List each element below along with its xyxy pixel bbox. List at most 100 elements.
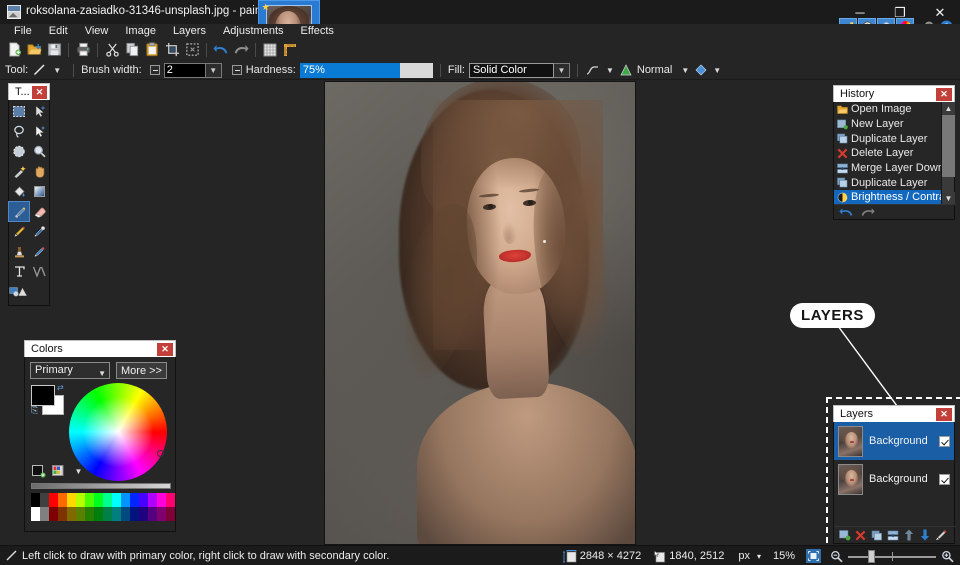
history-item[interactable]: Duplicate Layer [834, 175, 942, 190]
brush-width-decrease[interactable] [150, 65, 160, 75]
history-item[interactable]: Duplicate Layer [834, 131, 942, 146]
palette-swatch[interactable] [76, 507, 85, 521]
menu-file[interactable]: File [6, 24, 41, 39]
move-layer-up-button[interactable] [902, 529, 915, 542]
palette-swatch[interactable] [166, 493, 175, 507]
history-item[interactable]: Open Image [834, 102, 942, 117]
palette-swatch[interactable] [166, 507, 175, 521]
units-label[interactable]: px [738, 550, 750, 562]
palette-swatch[interactable] [112, 493, 121, 507]
palette-swatch[interactable] [103, 493, 112, 507]
palette-swatch[interactable] [157, 493, 166, 507]
cut-button[interactable] [102, 40, 122, 59]
palette-swatch[interactable] [85, 493, 94, 507]
shapes-tool[interactable] [9, 282, 29, 301]
palette-swatch[interactable] [85, 507, 94, 521]
zoom-slider[interactable] [848, 550, 936, 563]
antialiasing-icon[interactable] [585, 63, 601, 77]
menu-view[interactable]: View [77, 24, 118, 39]
blend-triangle-icon[interactable] [619, 63, 633, 77]
tool-dropdown-caret[interactable]: ▼ [48, 66, 66, 75]
delete-layer-button[interactable] [854, 529, 867, 542]
palette-swatch[interactable] [94, 493, 103, 507]
palette-dropdown-caret[interactable]: ▼ [71, 464, 86, 478]
text-tool[interactable] [9, 262, 29, 281]
undo-arrow-icon[interactable] [839, 206, 854, 218]
toolbox-header[interactable]: T... ✕ [8, 83, 50, 100]
print-button[interactable] [73, 40, 93, 59]
layer-visibility-checkbox[interactable] [939, 436, 950, 447]
palette-swatch[interactable] [121, 493, 130, 507]
hardness-slider[interactable]: 75% [300, 63, 433, 78]
palette-swatch[interactable] [94, 507, 103, 521]
paintbrush-stroke-icon[interactable] [32, 63, 48, 77]
recolor-tool[interactable] [29, 242, 49, 261]
paintbrush-tool[interactable] [9, 202, 29, 221]
palette-swatch[interactable] [40, 493, 49, 507]
magic-wand-tool[interactable] [9, 162, 29, 181]
pan-tool[interactable] [29, 162, 49, 181]
rectangle-select-tool[interactable] [9, 102, 29, 121]
palette-swatch[interactable] [130, 507, 139, 521]
duplicate-layer-button[interactable] [870, 529, 883, 542]
paste-button[interactable] [142, 40, 162, 59]
zoom-tool[interactable] [29, 142, 49, 161]
history-item-selected[interactable]: Brightness / Contrast [834, 190, 942, 205]
zoom-slider-thumb[interactable] [868, 550, 875, 563]
palette-swatch[interactable] [112, 507, 121, 521]
menu-adjustments[interactable]: Adjustments [215, 24, 293, 39]
brush-width-input[interactable]: 2 [164, 63, 206, 78]
move-layer-down-button[interactable] [918, 529, 931, 542]
alpha-blend-caret[interactable]: ▼ [708, 66, 726, 75]
swap-colors-icon[interactable]: ⇄ [57, 383, 64, 392]
merge-layer-down-button[interactable] [886, 529, 899, 542]
colors-close-icon[interactable]: ✕ [157, 343, 173, 356]
toolbox-close-icon[interactable]: ✕ [32, 86, 47, 99]
units-caret-icon[interactable]: ▾ [757, 552, 761, 561]
layer-row[interactable]: Background [834, 460, 954, 498]
palette-swatch[interactable] [40, 507, 49, 521]
brush-width-dropdown[interactable]: ▼ [206, 63, 222, 78]
history-scroll-thumb[interactable] [942, 115, 955, 177]
blend-mode-caret[interactable]: ▼ [676, 66, 694, 75]
eraser-tool[interactable] [29, 202, 49, 221]
rulers-button[interactable] [280, 40, 300, 59]
history-scrollbar[interactable]: ▲ ▼ [941, 102, 954, 205]
save-button[interactable] [44, 40, 64, 59]
menu-image[interactable]: Image [117, 24, 165, 39]
palette-swatch[interactable] [49, 507, 58, 521]
zoom-in-icon[interactable] [941, 550, 954, 563]
palette-swatch[interactable] [103, 507, 112, 521]
more-colors-button[interactable]: More >> [116, 362, 167, 379]
crop-button[interactable] [162, 40, 182, 59]
palette-swatch[interactable] [148, 507, 157, 521]
history-header[interactable]: History ✕ [833, 85, 955, 102]
layers-header[interactable]: Layers ✕ [833, 405, 955, 422]
palette-scroll-slider[interactable] [31, 483, 171, 489]
palette-swatch[interactable] [139, 493, 148, 507]
move-selected-tool[interactable] [29, 102, 49, 121]
palette-swatch[interactable] [49, 493, 58, 507]
fill-value[interactable]: Solid Color [469, 63, 554, 78]
add-color-button[interactable] [31, 464, 46, 478]
gradient-tool[interactable] [29, 182, 49, 201]
palette-swatch[interactable] [31, 507, 40, 521]
line-curve-tool[interactable] [29, 262, 49, 281]
alpha-blend-icon[interactable] [694, 63, 708, 77]
paint-bucket-tool[interactable] [9, 182, 29, 201]
color-mode-dropdown[interactable]: Primary ▼ [30, 362, 110, 379]
new-button[interactable] [4, 40, 24, 59]
history-close-icon[interactable]: ✕ [936, 88, 952, 101]
palette-swatch[interactable] [58, 507, 67, 521]
open-button[interactable] [24, 40, 44, 59]
redo-button[interactable] [231, 40, 251, 59]
move-selection-tool[interactable] [29, 122, 49, 141]
fill-dropdown[interactable]: ▼ [554, 63, 570, 78]
deselect-button[interactable] [182, 40, 202, 59]
history-list[interactable]: Open Image New Layer Duplicate Layer [834, 102, 942, 205]
layers-close-icon[interactable]: ✕ [936, 408, 952, 421]
palette-swatch[interactable] [157, 507, 166, 521]
layer-row[interactable]: Background [834, 422, 954, 460]
history-scroll-up[interactable]: ▲ [942, 102, 955, 115]
palette-swatch[interactable] [139, 507, 148, 521]
